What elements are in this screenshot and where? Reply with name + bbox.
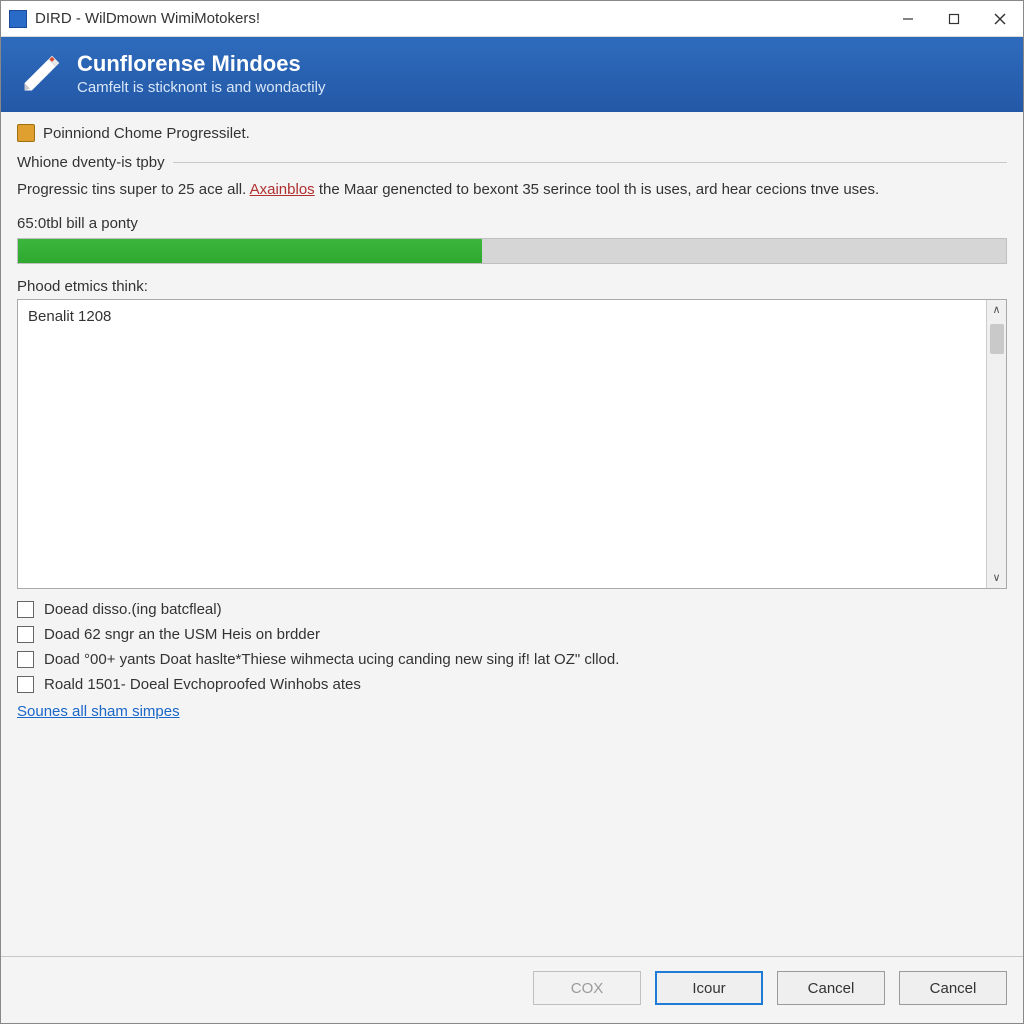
- progress-bar: [17, 238, 1007, 264]
- close-icon: [994, 13, 1006, 25]
- log-line: Benalit 1208: [28, 308, 976, 325]
- description-text: Progressic tins super to 25 ace all. Axa…: [17, 179, 1007, 201]
- app-icon: [9, 10, 27, 28]
- scroll-thumb[interactable]: [990, 324, 1004, 354]
- checkbox-icon[interactable]: [17, 651, 34, 668]
- scroll-up-icon[interactable]: ∧: [987, 300, 1007, 320]
- description-pre: Progressic tins super to 25 ace all.: [17, 181, 250, 198]
- checkbox-item-1[interactable]: Doead disso.(ing batcfleal): [17, 601, 1007, 618]
- footer: COX Icour Cancel Cancel: [1, 956, 1023, 1023]
- status-icon: [17, 124, 35, 142]
- header-subtitle: Camfelt is sticknont is and wondactily: [77, 79, 325, 96]
- header-band: Cunflorense Mindoes Camfelt is sticknont…: [1, 37, 1023, 112]
- section-label: Whione dventy-is tpby: [17, 154, 165, 171]
- close-button[interactable]: [977, 1, 1023, 37]
- header-title: Cunflorense Mindoes: [77, 51, 325, 77]
- status-line: Poinniond Chome Progressilet.: [17, 124, 1007, 142]
- log-scrollbar[interactable]: ∧ ∨: [986, 300, 1006, 588]
- checkbox-list: Doead disso.(ing batcfleal) Doad 62 sngr…: [17, 601, 1007, 693]
- window-controls: [885, 1, 1023, 37]
- checkbox-item-2[interactable]: Doad 62 sngr an the USM Heis on brdder: [17, 626, 1007, 643]
- log-label: Phood etmics think:: [17, 278, 1007, 295]
- minimize-button[interactable]: [885, 1, 931, 37]
- progress-label: 65:0tbl bill a ponty: [17, 215, 1007, 232]
- log-box: Benalit 1208 ∧ ∨: [17, 299, 1007, 589]
- checkbox-label: Roald 1501- Doeal Evchoproofed Winhobs a…: [44, 676, 361, 693]
- body-area: Poinniond Chome Progressilet. Whione dve…: [1, 112, 1023, 956]
- header-text-block: Cunflorense Mindoes Camfelt is sticknont…: [77, 51, 325, 96]
- section-divider: Whione dventy-is tpby: [17, 154, 1007, 171]
- progress-fill: [18, 239, 482, 263]
- log-content: Benalit 1208: [18, 300, 986, 588]
- checkbox-label: Doead disso.(ing batcfleal): [44, 601, 222, 618]
- checkbox-item-3[interactable]: Doad °00+ yants Doat haslte*Thiese wihme…: [17, 651, 1007, 668]
- checkbox-label: Doad 62 sngr an the USM Heis on brdder: [44, 626, 320, 643]
- cancel-button-2[interactable]: Cancel: [899, 971, 1007, 1005]
- checkbox-item-4[interactable]: Roald 1501- Doeal Evchoproofed Winhobs a…: [17, 676, 1007, 693]
- checkbox-icon[interactable]: [17, 626, 34, 643]
- checkbox-label: Doad °00+ yants Doat haslte*Thiese wihme…: [44, 651, 619, 668]
- maximize-icon: [948, 13, 960, 25]
- link-row: Sounes all sham simpes: [17, 703, 1007, 720]
- scroll-track[interactable]: [987, 320, 1006, 568]
- checkbox-icon[interactable]: [17, 601, 34, 618]
- cancel-button-1[interactable]: Cancel: [777, 971, 885, 1005]
- cox-button[interactable]: COX: [533, 971, 641, 1005]
- maximize-button[interactable]: [931, 1, 977, 37]
- description-post: the Maar genencted to bexont 35 serince …: [315, 181, 880, 198]
- titlebar: DIRD - WilDmown WimiMotokers!: [1, 1, 1023, 37]
- description-link[interactable]: Axainblos: [250, 181, 315, 198]
- show-all-link[interactable]: Sounes all sham simpes: [17, 703, 180, 720]
- header-icon: [19, 52, 63, 96]
- icour-button[interactable]: Icour: [655, 971, 763, 1005]
- pencil-icon: [19, 52, 63, 96]
- checkbox-icon[interactable]: [17, 676, 34, 693]
- installer-window: DIRD - WilDmown WimiMotokers! Cunflorens: [0, 0, 1024, 1024]
- scroll-down-icon[interactable]: ∨: [987, 568, 1007, 588]
- minimize-icon: [902, 13, 914, 25]
- status-text: Poinniond Chome Progressilet.: [43, 125, 250, 142]
- window-title: DIRD - WilDmown WimiMotokers!: [35, 10, 885, 27]
